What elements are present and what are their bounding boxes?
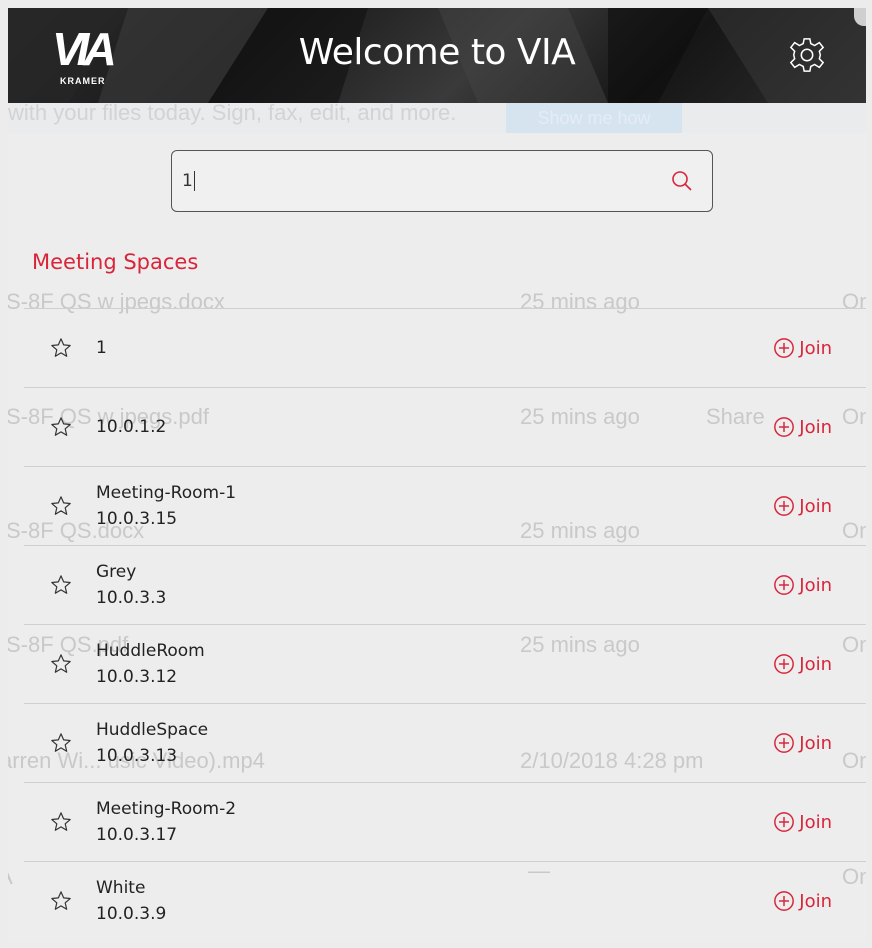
meeting-space-name: Meeting-Room-1 <box>96 483 237 503</box>
join-label: Join <box>799 811 832 833</box>
plus-circle-icon <box>773 416 799 438</box>
meeting-space-row[interactable]: HuddleSpace 10.0.3.13 Join <box>24 703 866 782</box>
join-label: Join <box>799 416 832 438</box>
meeting-space-info: Meeting-Room-1 10.0.3.15 <box>96 480 236 532</box>
meeting-space-row[interactable]: Meeting-Room-2 10.0.3.17 Join <box>24 782 866 861</box>
meeting-space-name: HuddleRoom <box>96 641 205 661</box>
meeting-space-address: 10.0.3.9 <box>96 904 167 924</box>
meeting-space-row[interactable]: White 10.0.3.9 Join <box>24 861 866 940</box>
meeting-space-info: HuddleSpace 10.0.3.13 <box>96 717 208 769</box>
meeting-space-info: White 10.0.3.9 <box>96 875 166 927</box>
meeting-space-name: 1 <box>96 338 107 358</box>
join-label: Join <box>799 574 832 596</box>
ghost-file: A <box>8 864 13 890</box>
plus-circle-icon <box>773 337 799 359</box>
join-label: Join <box>799 732 832 754</box>
meeting-space-row[interactable]: 10.0.1.2 Join <box>24 387 866 466</box>
meeting-space-info: Grey 10.0.3.3 <box>96 559 166 611</box>
meeting-space-row[interactable]: Grey 10.0.3.3 Join <box>24 545 866 624</box>
meeting-space-row[interactable]: 1 Join <box>24 308 866 387</box>
join-button[interactable]: Join <box>773 335 832 361</box>
join-button[interactable]: Join <box>773 888 832 914</box>
plus-circle-icon <box>773 574 799 596</box>
meeting-space-row[interactable]: Meeting-Room-1 10.0.3.15 Join <box>24 466 866 545</box>
plus-circle-icon <box>773 732 799 754</box>
meeting-spaces-heading: Meeting Spaces <box>32 250 199 274</box>
meeting-space-address: 10.0.3.3 <box>96 588 167 608</box>
page-title: Welcome to VIA <box>298 32 576 73</box>
search-input-value[interactable]: 1 <box>182 171 195 191</box>
plus-circle-icon <box>773 495 799 517</box>
favorite-star-icon[interactable] <box>50 890 72 912</box>
ghost-banner-button: Show me how <box>506 103 682 133</box>
join-label: Join <box>799 337 832 359</box>
meeting-space-name: Grey <box>96 562 137 582</box>
meeting-space-name: White <box>96 878 146 898</box>
meeting-space-info: 10.0.1.2 <box>96 414 166 440</box>
favorite-star-icon[interactable] <box>50 574 72 596</box>
via-window: with your files today. Sign, fax, edit, … <box>8 8 866 942</box>
meeting-space-address: 10.0.3.13 <box>96 746 178 766</box>
logo-sub: KRAMER <box>60 76 106 86</box>
plus-circle-icon <box>773 653 799 675</box>
meeting-space-info: Meeting-Room-2 10.0.3.17 <box>96 796 236 848</box>
ghost-banner-text: with your files today. Sign, fax, edit, … <box>8 100 457 125</box>
meeting-space-name: HuddleSpace <box>96 720 209 740</box>
favorite-star-icon[interactable] <box>50 653 72 675</box>
gear-icon[interactable] <box>788 36 826 74</box>
favorite-star-icon[interactable] <box>50 732 72 754</box>
favorite-star-icon[interactable] <box>50 811 72 833</box>
join-button[interactable]: Join <box>773 651 832 677</box>
plus-circle-icon <box>773 811 799 833</box>
plus-circle-icon <box>773 890 799 912</box>
favorite-star-icon[interactable] <box>50 337 72 359</box>
meeting-spaces-list: 1 Join 10.0.1.2 Join Meeting-Room-1 10.0.3.15… <box>24 308 866 940</box>
join-label: Join <box>799 890 832 912</box>
join-button[interactable]: Join <box>773 730 832 756</box>
meeting-space-name: 10.0.1.2 <box>96 417 167 437</box>
search-input[interactable]: 1 <box>171 150 713 212</box>
meeting-space-address: 10.0.3.17 <box>96 825 178 845</box>
meeting-space-address: 10.0.3.15 <box>96 509 178 529</box>
app-header: VIA KRAMER Welcome to VIA <box>8 8 866 103</box>
join-button[interactable]: Join <box>773 572 832 598</box>
join-label: Join <box>799 495 832 517</box>
join-button[interactable]: Join <box>773 809 832 835</box>
meeting-space-row[interactable]: HuddleRoom 10.0.3.12 Join <box>24 624 866 703</box>
favorite-star-icon[interactable] <box>50 495 72 517</box>
join-label: Join <box>799 653 832 675</box>
favorite-star-icon[interactable] <box>50 416 72 438</box>
meeting-space-address: 10.0.3.12 <box>96 667 178 687</box>
search-icon[interactable] <box>670 169 694 193</box>
meeting-space-name: Meeting-Room-2 <box>96 799 237 819</box>
meeting-space-info: HuddleRoom 10.0.3.12 <box>96 638 205 690</box>
join-button[interactable]: Join <box>773 414 832 440</box>
join-button[interactable]: Join <box>773 493 832 519</box>
meeting-space-info: 1 <box>96 335 107 361</box>
